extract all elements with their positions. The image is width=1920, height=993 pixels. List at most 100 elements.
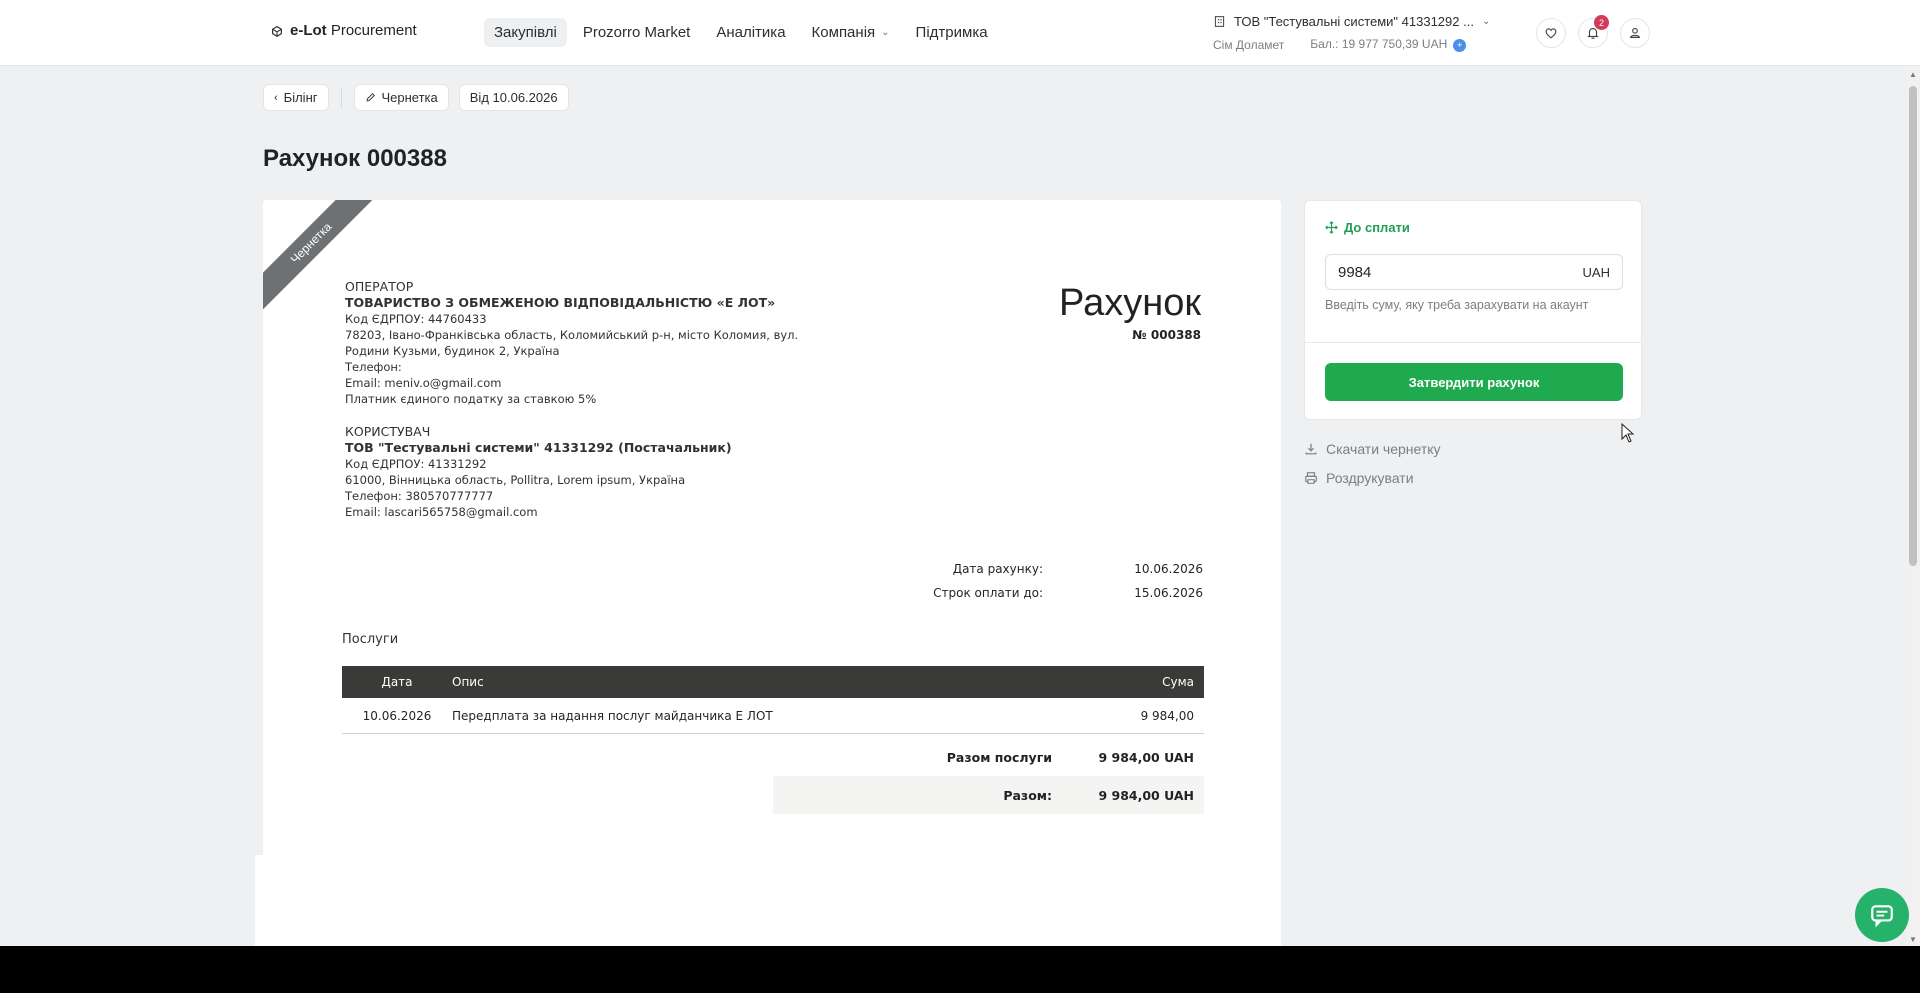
amount-value[interactable]: 9984 [1338,264,1371,281]
total-row: Разом: 9 984,00 UAH [773,776,1204,814]
approve-invoice-button[interactable]: Затвердити рахунок [1325,363,1623,401]
header-icons: 2 [1536,15,1650,48]
chat-button[interactable] [1855,888,1909,942]
printer-icon [1305,472,1317,484]
payment-heading-label: До сплати [1344,220,1410,235]
download-draft-label: Скачати чернетку [1326,441,1441,457]
nav-label: Закупівлі [494,24,557,41]
balance: Бал.: 19 977 750,39 UAH + [1310,37,1467,52]
print-label: Роздрукувати [1326,470,1414,486]
subtotal-row: Разом послуги 9 984,00 UAH [908,740,1204,774]
chat-icon [1871,905,1893,928]
page-title: Рахунок 000388 [263,145,447,172]
divider [1305,342,1641,343]
top-bar: e-Lot Procurement Закупівлі Prozorro Mar… [0,0,1920,66]
operator-section: ОПЕРАТОР ТОВАРИСТВО З ОБМЕЖЕНОЮ ВІДПОВІД… [345,279,865,407]
paper-edge [255,855,265,955]
row-date: 10.06.2026 [362,708,432,723]
bottom-black-bar [0,946,1920,993]
operator-name: ТОВАРИСТВО З ОБМЕЖЕНОЮ ВІДПОВІДАЛЬНІСТЮ … [345,295,776,310]
currency-label: UAH [1582,264,1610,280]
move-icon [1325,221,1338,234]
operator-address-1: 78203, Івано-Франківська область, Коломи… [345,328,799,342]
nav-label: Підтримка [915,24,988,41]
customer-section: КОРИСТУВАЧ ТОВ "Тестувальні системи" 413… [345,424,865,520]
page-scrollbar[interactable]: ▲ ▼ [1906,66,1920,946]
column-desc: Опис [452,675,484,689]
customer-name: ТОВ "Тестувальні системи" 41331292 (Пост… [345,440,732,455]
customer-edrpou: Код ЄДРПОУ: 41331292 [345,457,487,471]
scroll-up-icon[interactable]: ▲ [1909,70,1917,79]
back-label: Білінг [283,90,318,105]
print-link[interactable]: Роздрукувати [1304,470,1414,486]
due-date-value: 15.06.2026 [1134,586,1203,600]
row-desc: Передплата за надання послуг майданчика … [452,708,773,723]
user-name: Сім Доламет [1213,37,1285,52]
invoice-title: Рахунок [1059,282,1201,324]
scroll-thumb[interactable] [1909,86,1917,566]
profile-button[interactable] [1620,18,1650,48]
customer-label: КОРИСТУВАЧ [345,424,431,439]
back-to-billing-button[interactable]: ‹ Білінг [263,84,329,111]
notifications-button[interactable]: 2 [1578,15,1609,48]
user-icon [1629,27,1641,38]
operator-label: ОПЕРАТОР [345,279,414,294]
breadcrumb: ‹ Білінг Чернетка Від 10.06.2026 [263,84,569,111]
date-chip: Від 10.06.2026 [458,84,569,111]
invoice-dates: Дата рахунку: 10.06.2026 Строк оплати до… [903,562,1203,610]
favorites-button[interactable] [1536,18,1566,48]
total-value: 9 984,00 UAH [1098,787,1194,803]
nav-label: Prozorro Market [582,24,691,41]
logo-icon [272,25,282,37]
nav-item-analytics[interactable]: Аналітика [706,18,795,47]
org-selector[interactable]: ТОВ "Тестувальні системи" 41331292 ... ⌄… [1213,14,1513,52]
download-draft-link[interactable]: Скачати чернетку [1304,441,1441,457]
row-sum: 9 984,00 [1140,708,1194,723]
services-table: Дата Опис Сума 10.06.2026 Передплата за … [342,666,1204,734]
customer-phone: Телефон: 380570777777 [345,489,494,503]
download-icon [1305,443,1317,455]
nav-item-company[interactable]: Компанія ⌄ [802,18,900,47]
services-label: Послуги [342,632,399,647]
notifications-badge: 2 [1594,15,1609,30]
divider [340,87,342,108]
operator-edrpou: Код ЄДРПОУ: 44760433 [345,312,487,326]
operator-tax: Платник єдиного податку за ставкою 5% [345,392,597,406]
column-sum: Сума [1162,675,1194,689]
subtotal-label: Разом послуги [946,749,1052,765]
date-label: Від 10.06.2026 [469,90,558,105]
amount-hint: Введіть суму, яку треба зарахувати на ак… [1325,298,1589,312]
payment-card: До сплати 9984 UAH Введіть суму, яку тре… [1304,200,1642,420]
nav-item-procurements[interactable]: Закупівлі [484,18,567,47]
chevron-left-icon: ‹ [274,91,278,104]
scroll-down-icon[interactable]: ▼ [1909,935,1917,944]
plus-icon[interactable]: + [1453,39,1467,52]
balance-value: Бал.: 19 977 750,39 UAH [1310,37,1448,51]
nav-item-prozorro-market[interactable]: Prozorro Market [573,18,701,47]
invoice-number: № 000388 [1132,328,1201,342]
mouse-cursor-icon [1621,423,1635,443]
invoice-date-value: 10.06.2026 [1134,562,1203,576]
logo-bold: e-Lot [290,22,327,39]
status-label: Чернетка [381,90,438,105]
operator-address-2: Родини Кузьми, будинок 2, Україна [345,344,560,358]
main-nav: Закупівлі Prozorro Market Аналітика Комп… [484,18,998,47]
invoice-document: Чернетка ОПЕРАТОР ТОВАРИСТВО З ОБМЕЖЕНОЮ… [263,200,1281,960]
invoice-date-label: Дата рахунку: [952,562,1043,576]
nav-item-support[interactable]: Підтримка [906,18,998,47]
logo[interactable]: e-Lot Procurement [270,22,417,39]
amount-input[interactable]: 9984 UAH [1325,254,1623,290]
org-name: ТОВ "Тестувальні системи" 41331292 ... [1234,14,1474,29]
chevron-down-icon: ⌄ [881,27,890,38]
total-label: Разом: [1003,787,1052,803]
heart-icon [1545,28,1557,39]
nav-label: Аналітика [716,24,786,41]
customer-address: 61000, Вінницька область, Pollitra, Lore… [345,473,686,487]
logo-rest: Procurement [326,22,417,39]
building-icon [1214,16,1225,27]
customer-email: Email: lascari565758@gmail.com [345,505,538,519]
table-row: 10.06.2026 Передплата за надання послуг … [342,698,1204,734]
operator-email: Email: meniv.o@gmail.com [345,376,502,390]
payment-heading: До сплати [1325,220,1410,235]
table-header: Дата Опис Сума [342,666,1204,698]
